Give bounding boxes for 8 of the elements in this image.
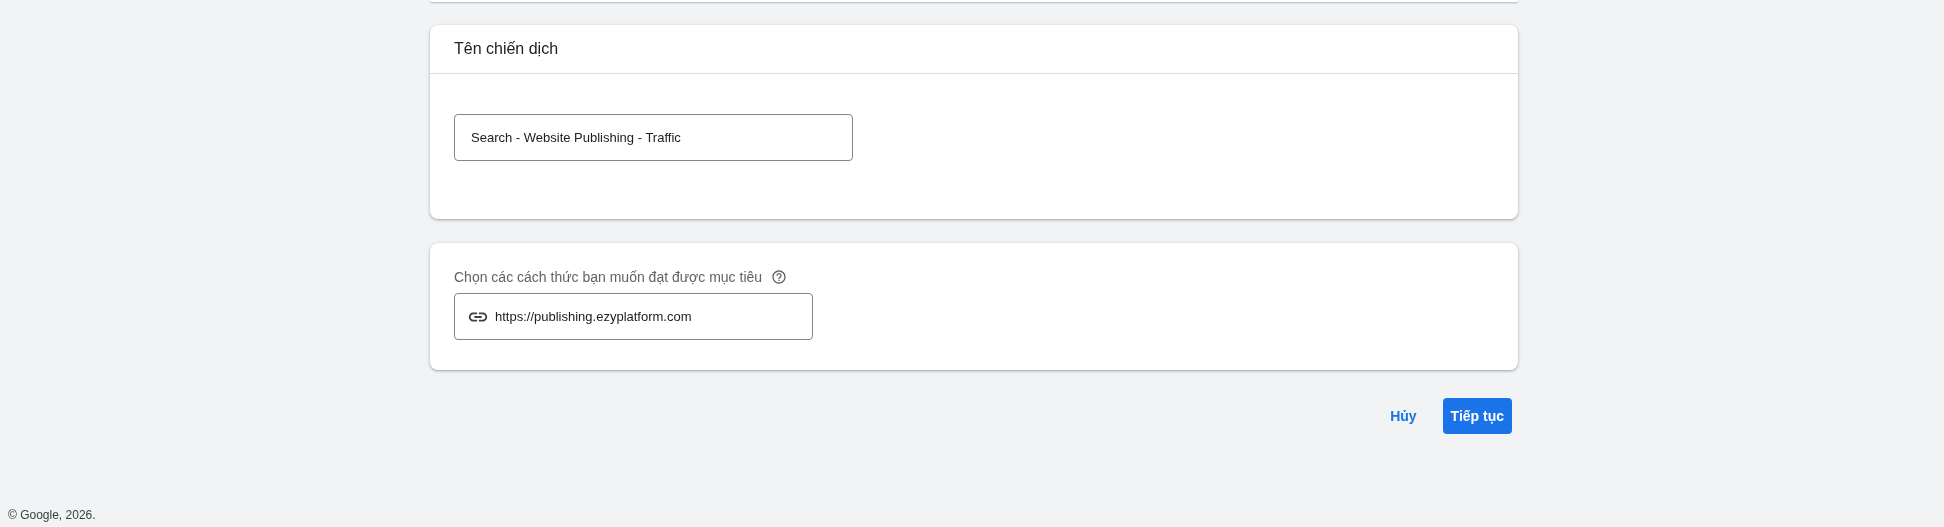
continue-button[interactable]: Tiếp tục (1442, 398, 1512, 434)
cancel-button[interactable]: Hủy (1386, 400, 1421, 432)
help-icon[interactable] (771, 269, 788, 285)
field-label: Chọn các cách thức bạn muốn đạt được mục tiêu (454, 269, 763, 285)
copyright-text: © Google, 2026. (8, 508, 96, 522)
card-title: Tên chiến dịch (454, 40, 559, 58)
campaign-name-field[interactable]: Search - Website Publishing - Traffic (454, 114, 853, 161)
url-field[interactable]: https://publishing.ezyplatform.com (454, 293, 813, 340)
